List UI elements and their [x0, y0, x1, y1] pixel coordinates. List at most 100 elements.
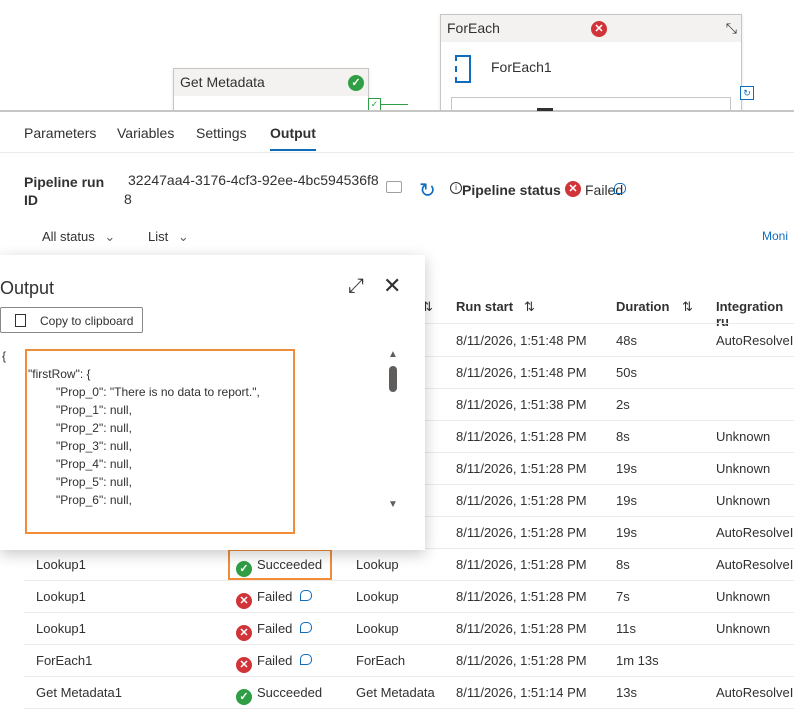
expand-icon[interactable]: ⤡	[726, 15, 737, 42]
refresh-icon[interactable]: ↻	[419, 178, 436, 203]
status-label: Failed	[257, 589, 293, 604]
duration-header[interactable]: Duration	[616, 299, 669, 314]
activity-integration-runtime: Unknown	[716, 429, 771, 444]
foreach-activity-label: ForEach1	[491, 59, 552, 75]
activity-name[interactable]: Lookup1	[36, 557, 86, 572]
sort-icon[interactable]: ⇅	[682, 299, 693, 315]
tab-parameters[interactable]: Parameters	[24, 125, 96, 141]
activity-duration: 2s	[616, 397, 630, 412]
json-line: {	[2, 349, 7, 363]
activity-integration-runtime: Unknown	[716, 493, 771, 508]
failed-icon: ✕	[565, 181, 581, 197]
run-start-header[interactable]: Run start	[456, 299, 513, 314]
status-filter-dropdown[interactable]: All status ⌄	[42, 229, 115, 245]
activity-type: ForEach	[356, 653, 406, 668]
error-details-icon[interactable]	[300, 654, 313, 665]
activity-type: Lookup	[356, 557, 399, 572]
get-metadata-node[interactable]: Get Metadata ✓	[173, 68, 369, 112]
foreach-activity-icon	[455, 55, 471, 83]
activity-integration-runtime: Unknown	[716, 461, 771, 476]
activity-name[interactable]: Lookup1	[36, 589, 86, 604]
activity-name[interactable]: Lookup1	[36, 621, 86, 636]
pipeline-status-label: Pipeline status	[462, 182, 561, 198]
close-icon[interactable]: ✕	[383, 273, 401, 299]
activity-run-start: 8/11/2026, 1:51:28 PM	[456, 653, 587, 668]
activity-duration: 48s	[616, 333, 637, 348]
expand-icon[interactable]: ⤢	[348, 275, 364, 298]
activity-duration: 19s	[616, 525, 637, 540]
activity-integration-runtime: Unknown	[716, 621, 771, 636]
activity-duration: 11s	[616, 621, 636, 636]
activity-duration: 50s	[616, 365, 637, 380]
activity-name[interactable]: Get Metadata1	[36, 685, 122, 700]
view-dropdown[interactable]: List ⌄	[148, 229, 189, 245]
activity-duration: 1m 13s	[616, 653, 659, 668]
json-highlight	[25, 349, 295, 534]
redo-icon[interactable]: ↻	[740, 86, 754, 100]
pipeline-run-id-label-2: ID	[24, 192, 38, 208]
activity-status: ✕ Failed	[236, 653, 313, 673]
error-details-icon[interactable]	[300, 622, 313, 633]
table-row[interactable]: Lookup1 ✓ Succeeded Lookup 8/11/2026, 1:51:2…	[24, 548, 794, 581]
activity-integration-runtime: Unknown	[716, 589, 771, 604]
activity-duration: 8s	[616, 557, 630, 572]
foreach-node[interactable]: ForEach ✕ ⤡ ForEach1	[440, 14, 742, 112]
view-label: List	[148, 229, 169, 244]
error-details-icon[interactable]	[300, 590, 313, 601]
activity-integration-runtime: AutoResolveIn	[716, 557, 794, 572]
copy-run-id-icon[interactable]	[386, 181, 402, 193]
succeeded-highlight	[228, 549, 332, 580]
pipeline-run-id-value-2: 8	[124, 191, 132, 207]
activity-status: ✕ Failed	[236, 589, 313, 609]
tab-settings[interactable]: Settings	[196, 125, 247, 141]
activity-type: Lookup	[356, 621, 399, 636]
activity-name[interactable]: ForEach1	[36, 653, 92, 668]
tab-variables[interactable]: Variables	[117, 125, 174, 141]
copy-to-clipboard-button[interactable]: Copy to clipboard	[0, 307, 143, 333]
monitor-link[interactable]: Moni	[762, 229, 788, 243]
chevron-down-icon: ⌄	[104, 229, 116, 244]
table-row[interactable]: Lookup1 ✕ Failed Lookup 8/11/2026, 1:51:28 P…	[24, 580, 794, 613]
scroll-up-icon[interactable]: ▲	[388, 349, 398, 360]
scrollbar-thumb[interactable]	[389, 366, 397, 392]
table-row[interactable]: Get Metadata1 ✓ Succeeded Get Metadata 8/11/…	[24, 676, 794, 709]
activity-run-start: 8/11/2026, 1:51:38 PM	[456, 397, 587, 412]
error-details-icon[interactable]	[614, 183, 626, 194]
activity-integration-runtime: AutoResolveIn	[716, 333, 794, 348]
activity-run-start: 8/11/2026, 1:51:28 PM	[456, 557, 587, 572]
activity-duration: 19s	[616, 461, 637, 476]
connector-line	[380, 104, 408, 105]
activity-duration: 19s	[616, 493, 637, 508]
status-label: Failed	[257, 653, 293, 668]
activity-type: Get Metadata	[356, 685, 435, 700]
output-panel: Output ⤢ ✕ Copy to clipboard { "firstRow…	[0, 255, 425, 550]
pipeline-run-id-label: Pipeline run	[24, 174, 105, 190]
pipeline-canvas: Get Metadata ✓ ✓ ForEach ✕ ⤡ ForEach1 ↻	[0, 0, 794, 112]
activity-type: Lookup	[356, 589, 399, 604]
tab-output[interactable]: Output	[270, 125, 316, 141]
resize-handle[interactable]	[537, 108, 553, 111]
activity-run-start: 8/11/2026, 1:51:28 PM	[456, 525, 587, 540]
active-tab-indicator	[270, 149, 316, 151]
success-check-icon: ✓	[236, 689, 252, 705]
status-label: Failed	[257, 621, 293, 636]
tab-bar: Parameters Variables Settings Output	[0, 112, 794, 153]
get-metadata-node-title: Get Metadata	[180, 74, 265, 90]
activity-integration-runtime: AutoResolveIn	[716, 685, 794, 700]
activity-run-start: 8/11/2026, 1:51:48 PM	[456, 365, 587, 380]
activity-run-start: 8/11/2026, 1:51:14 PM	[456, 685, 587, 700]
sort-icon[interactable]: ⇅	[524, 299, 535, 315]
table-row[interactable]: Lookup1 ✕ Failed Lookup 8/11/2026, 1:51:28 P…	[24, 612, 794, 645]
scroll-down-icon[interactable]: ▼	[388, 499, 398, 510]
activity-status: ✕ Failed	[236, 621, 313, 641]
activity-run-start: 8/11/2026, 1:51:48 PM	[456, 333, 587, 348]
chevron-down-icon: ⌄	[177, 229, 189, 244]
copy-icon	[15, 314, 26, 327]
success-check-icon: ✓	[348, 75, 364, 91]
table-row[interactable]: ForEach1 ✕ Failed ForEach 8/11/2026, 1:51:28…	[24, 644, 794, 677]
output-panel-title: Output	[0, 278, 55, 298]
activity-run-start: 8/11/2026, 1:51:28 PM	[456, 589, 587, 604]
activity-run-start: 8/11/2026, 1:51:28 PM	[456, 493, 587, 508]
pipeline-run-id-value: 32247aa4-3176-4cf3-92ee-4bc594536f8	[128, 172, 379, 188]
failed-icon: ✕	[236, 593, 252, 609]
